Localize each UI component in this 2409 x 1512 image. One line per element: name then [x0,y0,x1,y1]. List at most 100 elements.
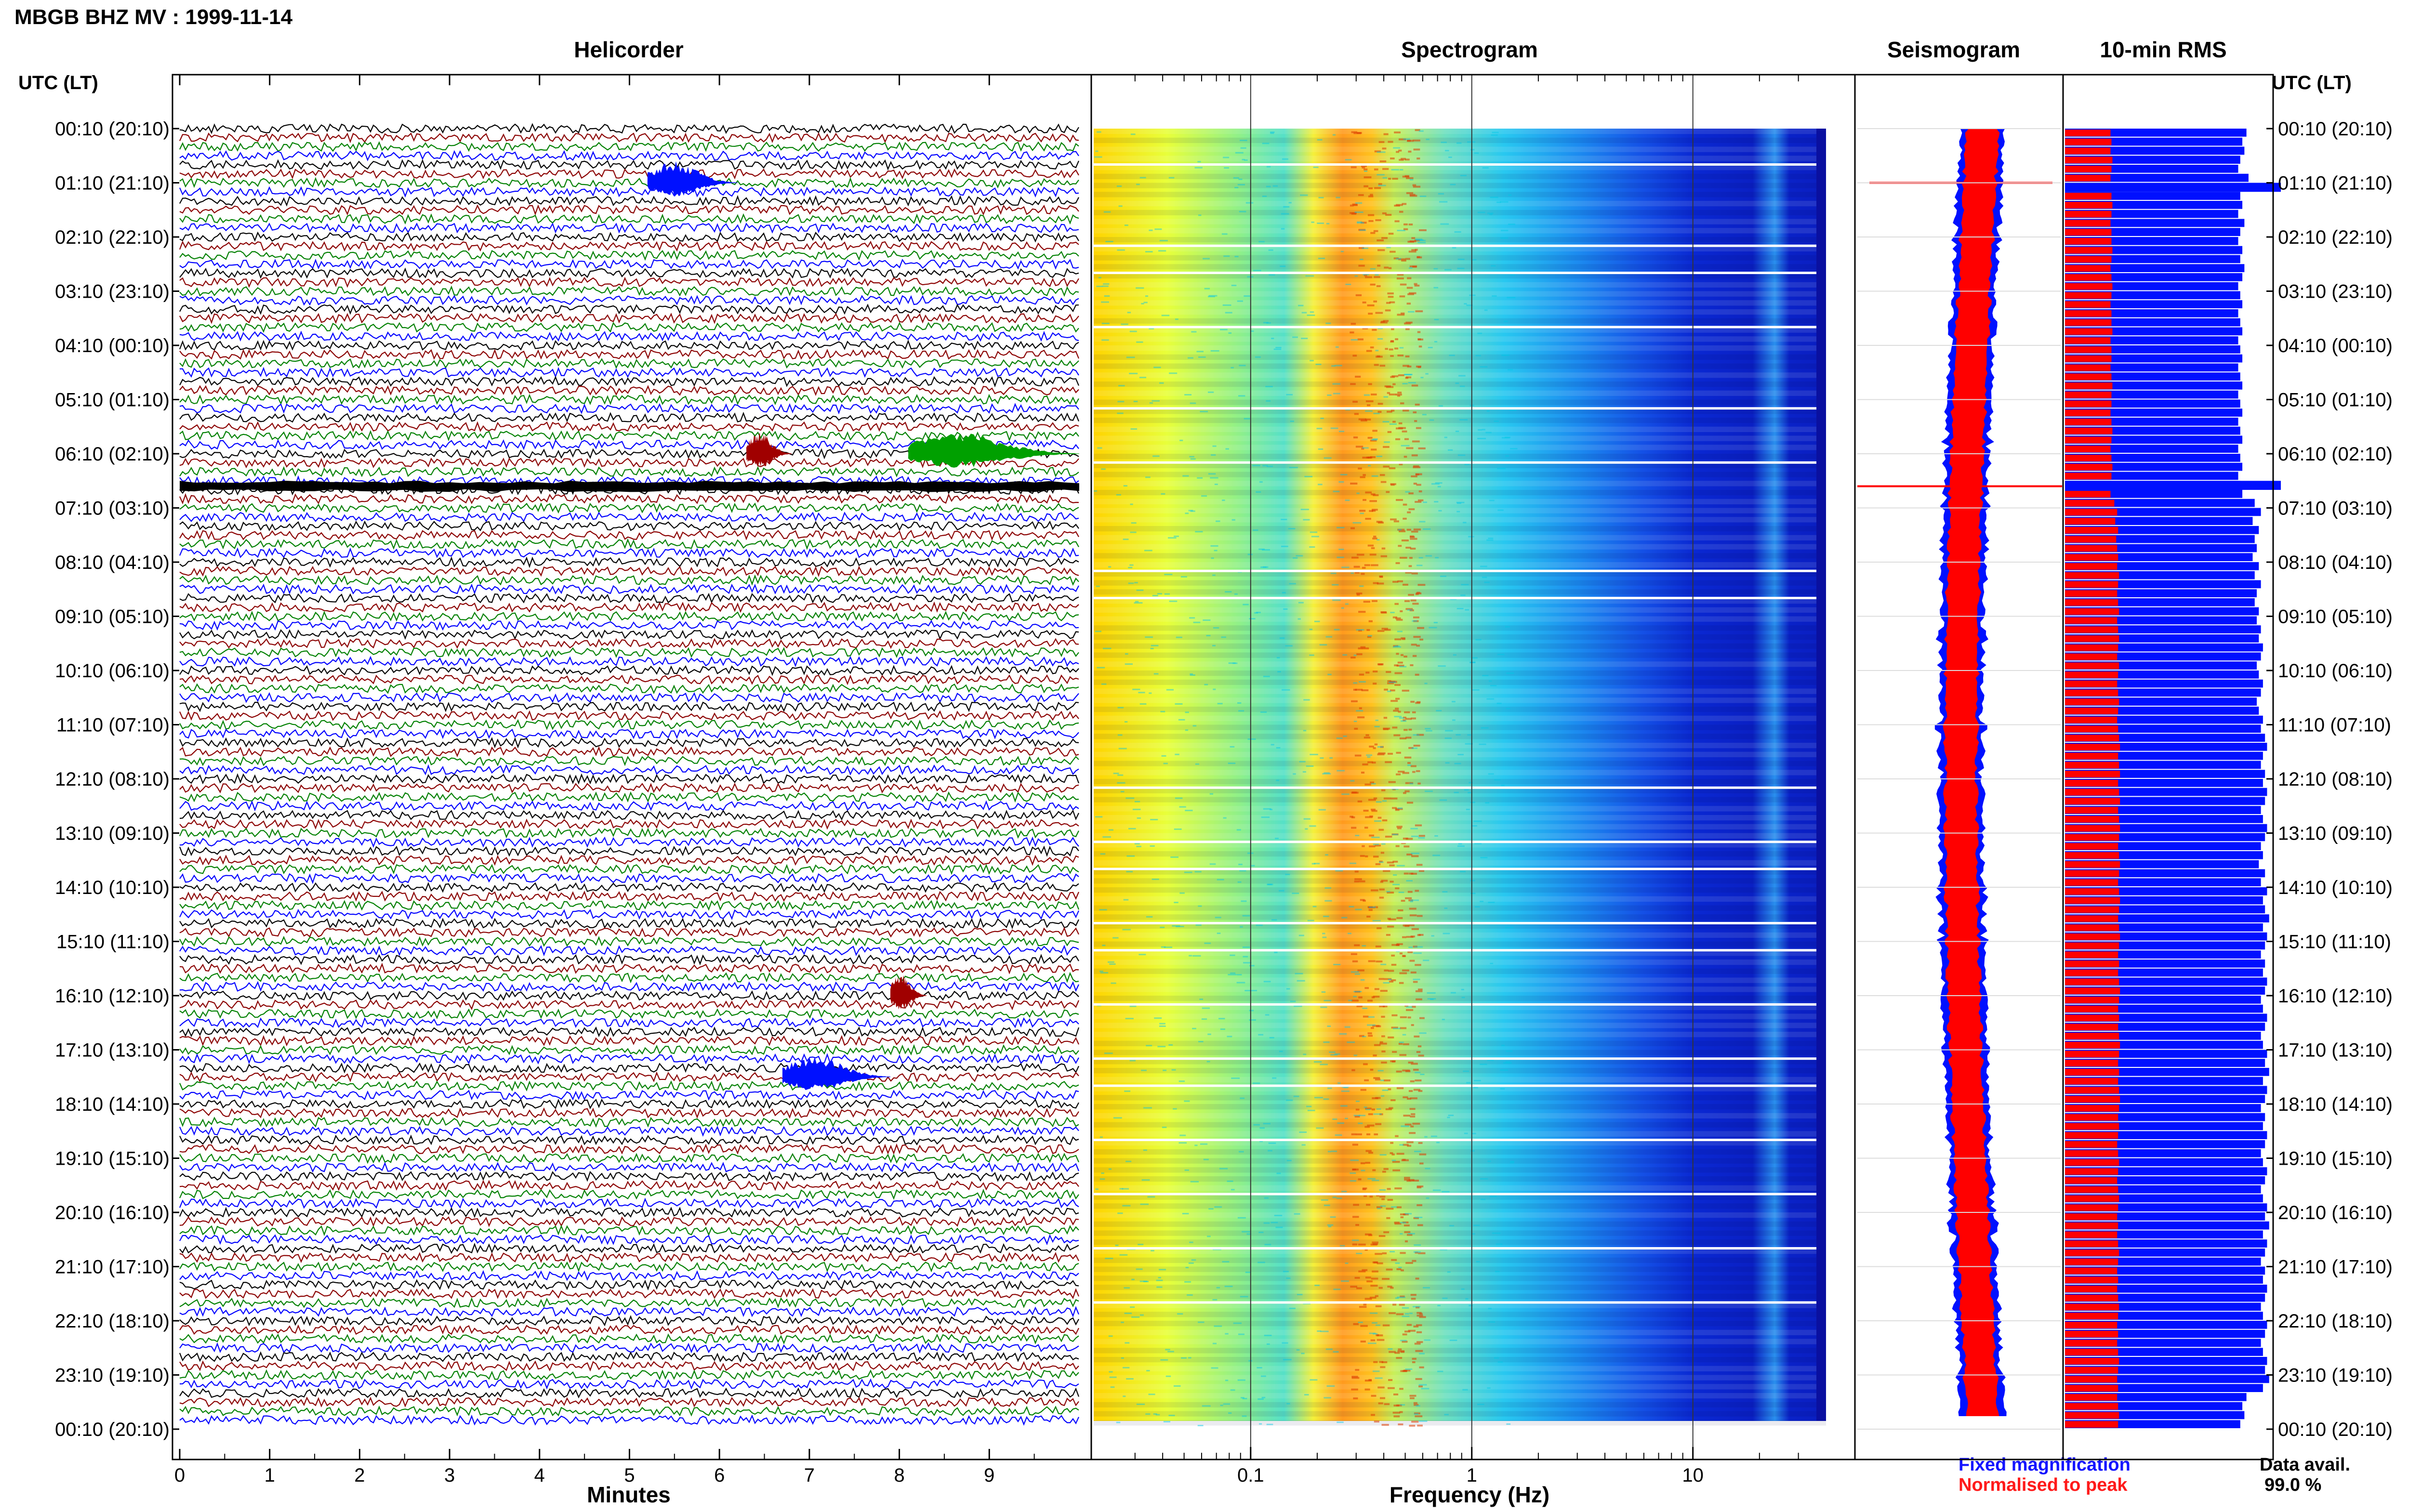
rms-bar-normalised [2065,1051,2119,1058]
helicorder-trace [179,367,1079,378]
rms-bar-normalised [2065,1367,2118,1374]
time-label-right: 22:10 (18:10) [2278,1311,2393,1332]
rms-bar-normalised [2065,915,2118,922]
seismogram-panel [1857,128,2062,1430]
helicorder-trace [179,141,1079,152]
rms-spike [2065,183,2281,192]
time-label-right: 23:10 (19:10) [2278,1365,2393,1386]
rms-bar-normalised [2065,1123,2119,1130]
rms-bar-normalised [2065,1349,2118,1355]
x-tick-label-frequency: 1 [1467,1465,1477,1486]
rms-bar-normalised [2065,1186,2118,1193]
helicorder-trace [179,764,1079,776]
x-tick-label-frequency: 0.1 [1237,1465,1264,1486]
rms-bar-normalised [2065,536,2117,543]
time-label-left: 04:10 (00:10) [55,335,170,356]
time-label-left: 13:10 (09:10) [55,823,170,844]
rms-bar-normalised [2065,1313,2118,1319]
helicorder-trace [179,1288,1080,1300]
helicorder-trace [179,222,1079,234]
rms-bar-normalised [2065,174,2111,182]
helicorder-trace [179,935,1079,947]
helicorder-trace [179,303,1079,315]
rms-bar-normalised [2065,825,2120,832]
time-label-left: 07:10 (03:10) [55,498,170,519]
rms-bar-normalised [2065,473,2112,480]
helicorder-trace [179,845,1079,857]
helicorder-trace [179,1053,1079,1065]
helicorder-trace [179,990,1079,1001]
rms-bar-normalised [2065,1276,2118,1283]
helicorder-trace [179,855,1079,866]
x-tick-label-minutes: 7 [804,1465,815,1486]
helicorder-trace [179,999,1080,1011]
helicorder-trace [179,1252,1079,1263]
rms-bar-normalised [2065,1005,2118,1012]
spectrogram-panel [1094,75,1826,1459]
helicorder-trace [179,1360,1079,1372]
helicorder-trace [179,159,1080,171]
rms-bar-normalised [2065,509,2118,516]
rms-bar-normalised [2065,157,2113,163]
helicorder-trace [179,529,1079,541]
helicorder-trace [179,954,1079,966]
helicorder-trace [179,195,1079,207]
helicorder-trace [179,1008,1079,1019]
rms-bar-normalised [2065,626,2118,633]
helicorder-trace [179,1080,1079,1091]
x-tick-label-minutes: 3 [444,1465,455,1486]
rms-bar-normalised [2065,834,2119,841]
rms-bar-normalised [2065,463,2113,471]
rms-bar-normalised [2065,193,2112,199]
rms-bar-normalised [2065,1105,2119,1112]
time-label-left: 00:10 (20:10) [55,118,170,140]
helicorder-panel [179,123,1080,1426]
rms-bar-normalised [2065,202,2113,209]
time-label-right: 14:10 (10:10) [2278,877,2393,898]
helicorder-trace [179,1315,1079,1327]
rms-bar-normalised [2065,373,2112,380]
time-label-left: 03:10 (23:10) [55,281,170,302]
rms-bar-normalised [2065,752,2118,760]
rms-bar-normalised [2065,1041,2120,1049]
time-label-left: 01:10 (21:10) [55,173,170,194]
helicorder-trace [179,520,1079,532]
helicorder-trace [179,809,1079,821]
rms-bar-normalised [2065,978,2119,986]
helicorder-trace [179,349,1080,360]
helicorder-trace [179,259,1079,270]
helicorder-trace [179,1369,1079,1381]
helicorder-trace [179,339,1079,351]
rms-bar-normalised [2065,292,2112,299]
rms-bar-normalised [2065,1376,2118,1383]
helicorder-trace [179,601,1079,613]
time-label-right: 07:10 (03:10) [2278,498,2393,519]
time-label-left: 00:10 (20:10) [55,1419,170,1440]
rms-bar-normalised [2065,1267,2118,1275]
rms-bar-normalised [2065,1258,2118,1265]
rms-bar-normalised [2065,735,2119,741]
rms-bar-normalised [2065,1078,2118,1085]
rms-bar-normalised [2065,680,2118,687]
rms-panel [2065,129,2281,1428]
helicorder-trace [179,330,1079,342]
rms-bar-normalised [2065,635,2119,642]
x-tick-label-minutes: 0 [174,1465,185,1486]
chart-canvas: 00:10 (20:10) 00:10 (20:10) 01:10 (21:10) 0… [55,74,2393,1486]
helicorder-trace [179,1234,1079,1246]
rms-bar-normalised [2065,716,2118,723]
rms-bar-normalised [2065,346,2112,353]
helicorder-trace [179,1188,1079,1200]
helicorder-trace [179,881,1079,893]
rms-bar-normalised [2065,942,2119,949]
rms-bar-normalised [2065,400,2112,408]
helicorder-trace [179,836,1079,848]
helicorder-trace [179,240,1079,252]
helicorder-trace [179,755,1079,766]
rms-bar-normalised [2065,798,2120,805]
helicorder-trace [179,746,1079,757]
rms-bar-normalised [2065,130,2111,136]
rms-bar-normalised [2065,951,2118,958]
rms-bar-normalised [2065,355,2112,362]
helicorder-trace [179,818,1079,830]
